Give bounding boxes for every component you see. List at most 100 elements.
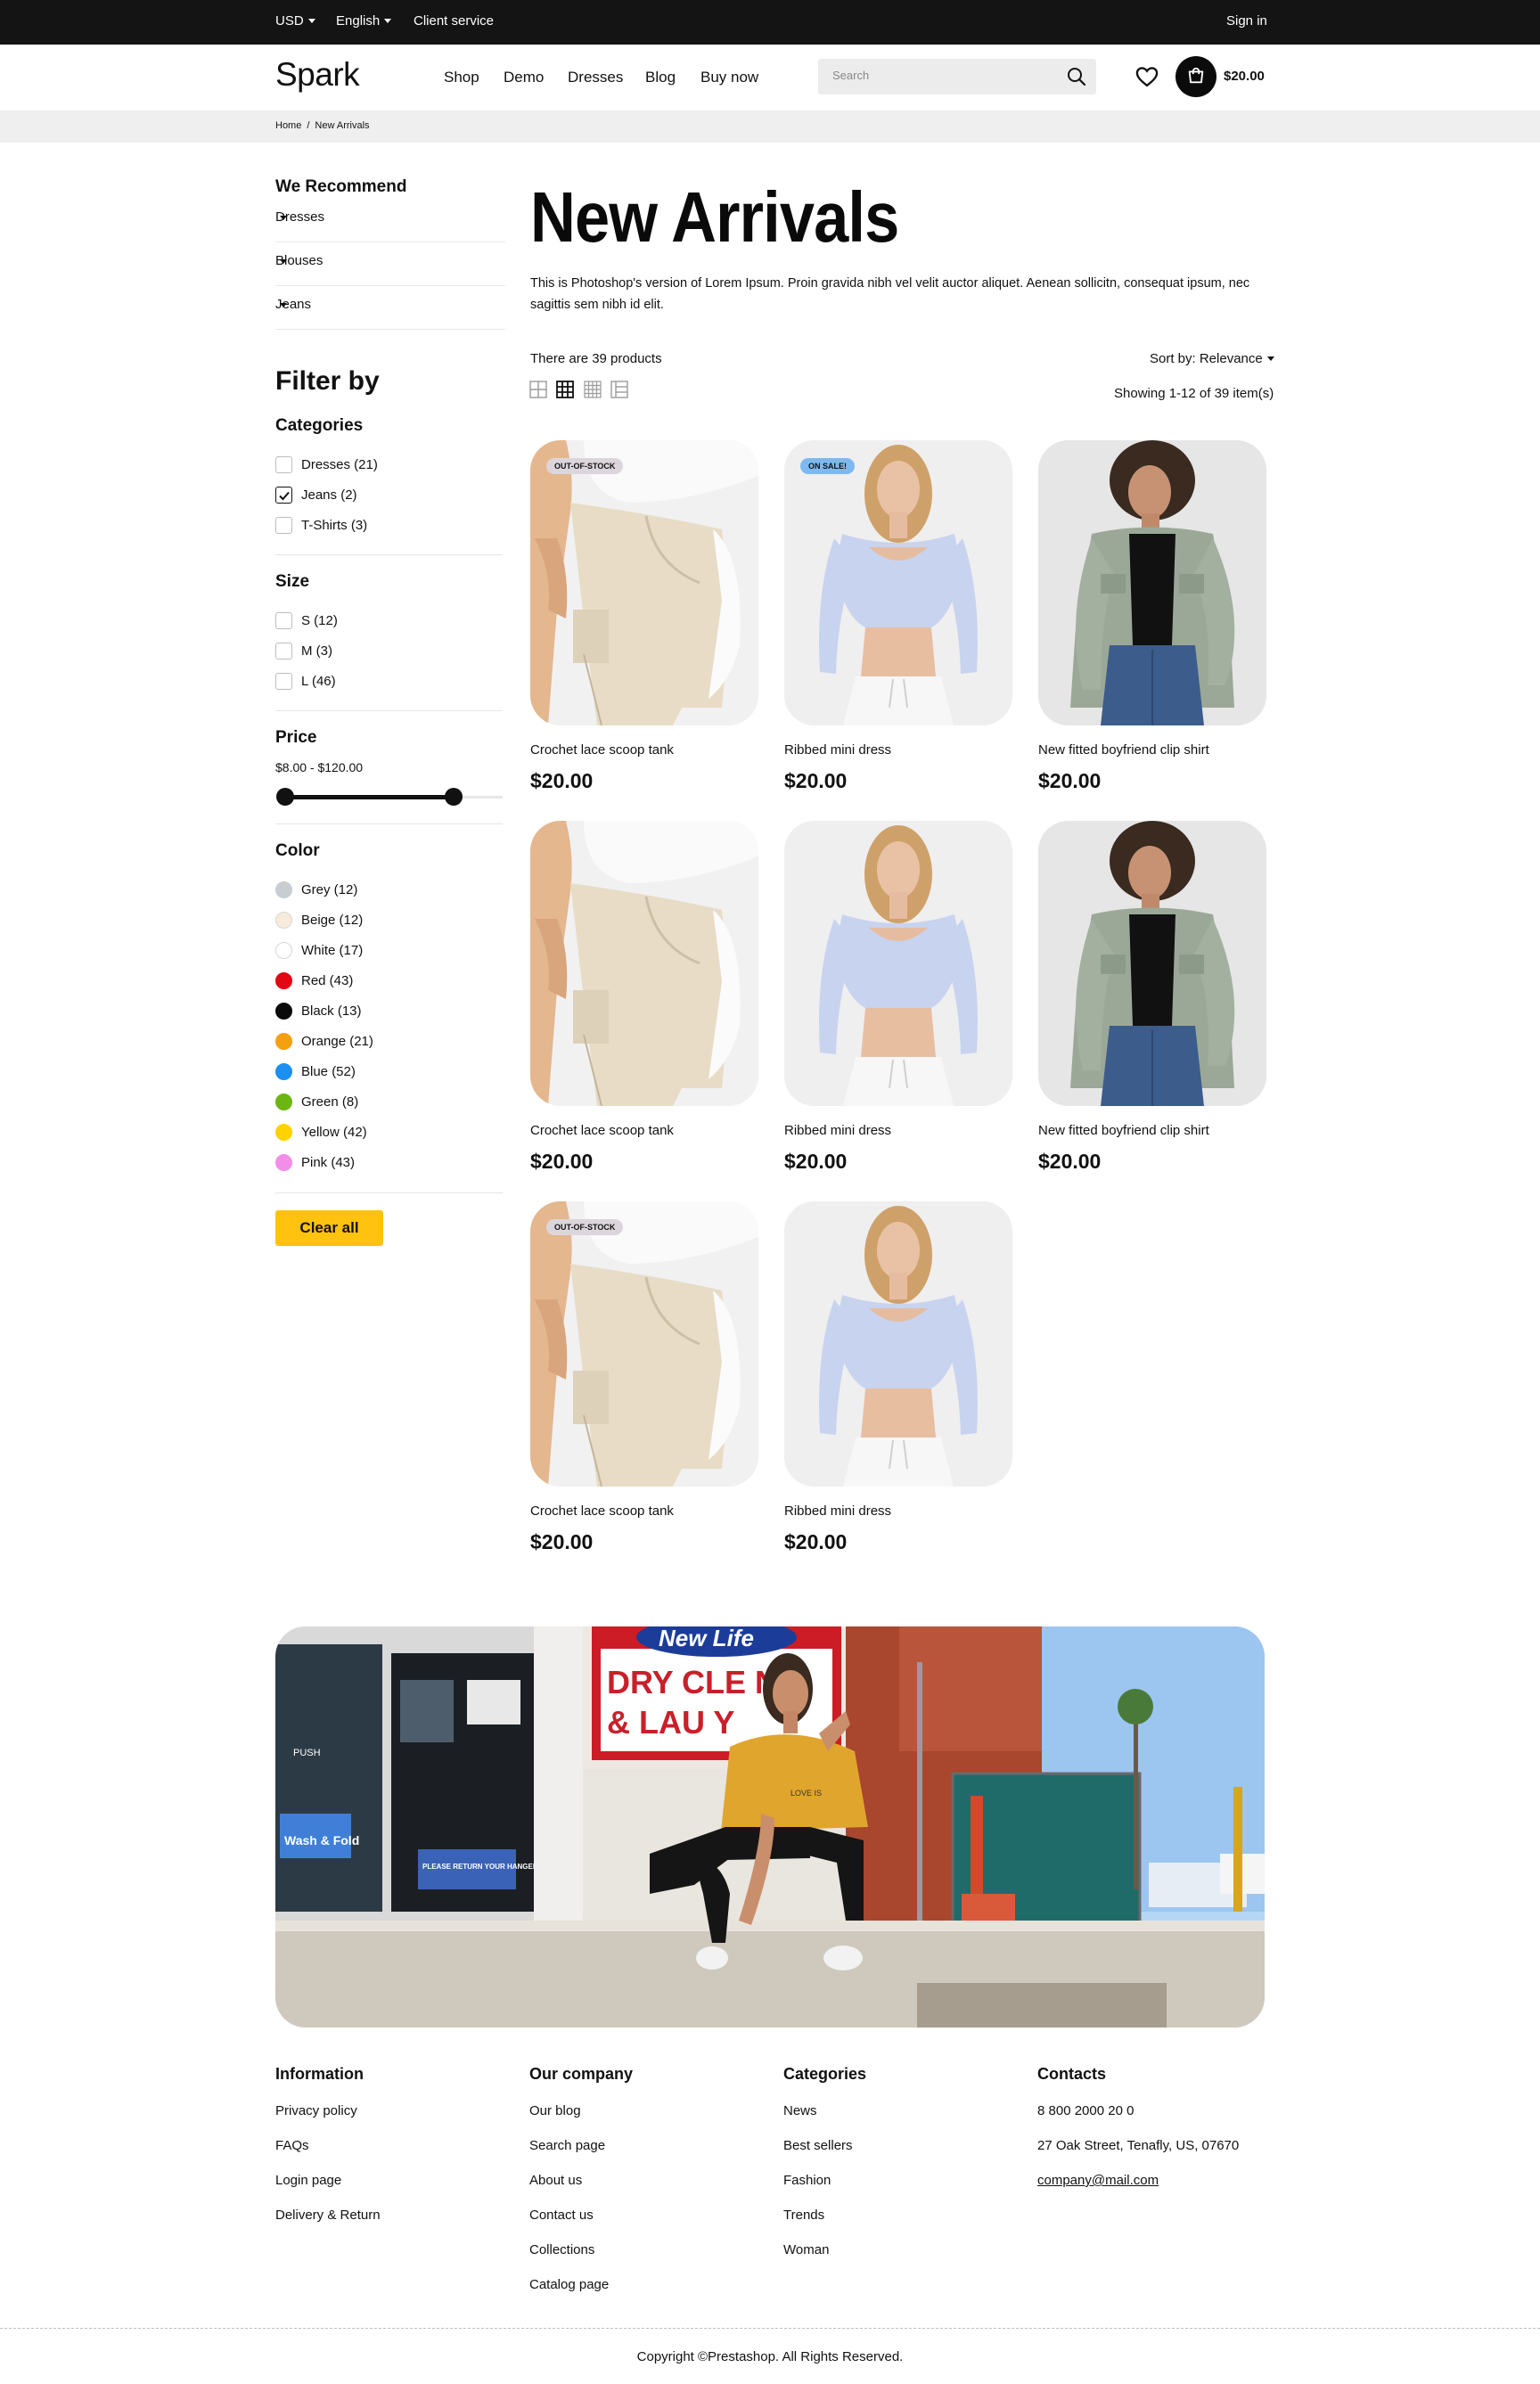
price-slider-max-handle[interactable] — [445, 788, 463, 806]
product-name[interactable]: Crochet lace scoop tank — [530, 1123, 674, 1138]
footer-link[interactable]: Fashion — [783, 2173, 831, 2188]
cart-button[interactable] — [1175, 56, 1216, 97]
footer-link[interactable]: News — [783, 2103, 817, 2118]
product-image[interactable] — [1038, 821, 1266, 1106]
banner-sign-top: New Life — [659, 1626, 754, 1651]
heart-icon[interactable] — [1135, 64, 1159, 89]
filter-label: Green (8) — [301, 1094, 359, 1110]
color-swatch[interactable] — [275, 1094, 292, 1110]
chevron-down-icon[interactable] — [280, 259, 287, 264]
grid-3-icon[interactable] — [556, 381, 574, 398]
search-input[interactable]: Search — [818, 59, 1096, 94]
product-image[interactable]: ON SALE! — [784, 440, 1012, 725]
filter-color-item[interactable]: Orange (21) — [275, 1033, 373, 1050]
recommend-item-blouses[interactable]: Blouses — [275, 242, 505, 286]
filter-color-item[interactable]: Black (13) — [275, 1003, 362, 1020]
checkbox[interactable] — [275, 612, 292, 629]
product-name[interactable]: Crochet lace scoop tank — [530, 1503, 674, 1519]
site-logo[interactable]: Spark — [275, 56, 360, 94]
product-image[interactable] — [784, 821, 1012, 1106]
chevron-down-icon[interactable] — [280, 303, 287, 307]
filter-category-tshirts[interactable]: T-Shirts (3) — [275, 517, 367, 534]
checkbox-checked[interactable] — [275, 487, 292, 504]
color-swatch[interactable] — [275, 972, 292, 989]
list-icon[interactable] — [610, 381, 628, 398]
sign-in-link[interactable]: Sign in — [1226, 13, 1267, 29]
filter-color-item[interactable]: Red (43) — [275, 972, 353, 989]
chevron-down-icon[interactable] — [280, 216, 287, 220]
color-swatch[interactable] — [275, 1063, 292, 1080]
breadcrumb-home[interactable]: Home — [275, 120, 301, 131]
footer-link[interactable]: Login page — [275, 2173, 341, 2188]
filter-color-item[interactable]: Pink (43) — [275, 1154, 355, 1171]
sort-dropdown[interactable]: Sort by: Relevance — [1150, 351, 1274, 366]
filter-color-item[interactable]: Green (8) — [275, 1094, 358, 1110]
footer-link[interactable]: company@mail.com — [1037, 2173, 1159, 2188]
client-service-link[interactable]: Client service — [414, 13, 494, 29]
checkbox[interactable] — [275, 643, 292, 659]
price-range-label: $8.00 - $120.00 — [275, 760, 364, 774]
clear-all-button[interactable]: Clear all — [275, 1210, 383, 1246]
filter-label: Dresses (21) — [301, 457, 378, 472]
footer-link[interactable]: Collections — [529, 2242, 594, 2257]
footer-link[interactable]: Best sellers — [783, 2138, 853, 2153]
product-name[interactable]: Ribbed mini dress — [784, 1123, 891, 1138]
product-name[interactable]: Crochet lace scoop tank — [530, 742, 674, 758]
product-image[interactable]: OUT-OF-STOCK — [530, 440, 758, 725]
nav-buy-now[interactable]: Buy now — [700, 69, 758, 86]
footer-link[interactable]: Delivery & Return — [275, 2208, 381, 2223]
footer-link[interactable]: Our blog — [529, 2103, 581, 2118]
color-swatch[interactable] — [275, 942, 292, 959]
recommend-item-dresses[interactable]: Dresses — [275, 199, 505, 242]
product-image[interactable] — [1038, 440, 1266, 725]
product-name[interactable]: New fitted boyfriend clip shirt — [1038, 742, 1209, 758]
color-swatch[interactable] — [275, 1003, 292, 1020]
footer-link[interactable]: Woman — [783, 2242, 829, 2257]
footer-link[interactable]: Contact us — [529, 2208, 594, 2223]
banner-notice-text: PLEASE RETURN YOUR HANGERS — [422, 1863, 544, 1871]
filter-size-s[interactable]: S (12) — [275, 612, 338, 629]
nav-shop[interactable]: Shop — [444, 69, 479, 86]
checkbox[interactable] — [275, 673, 292, 690]
nav-dresses[interactable]: Dresses — [568, 69, 623, 86]
filter-size-m[interactable]: M (3) — [275, 643, 332, 659]
product-image[interactable]: OUT-OF-STOCK — [530, 1201, 758, 1487]
filter-size-l[interactable]: L (46) — [275, 673, 336, 690]
filter-color-item[interactable]: Beige (12) — [275, 912, 363, 929]
filter-color-item[interactable]: Grey (12) — [275, 881, 357, 898]
color-swatch[interactable] — [275, 912, 292, 929]
language-selector[interactable]: English — [336, 13, 392, 29]
color-swatch[interactable] — [275, 881, 292, 898]
footer-link[interactable]: Catalog page — [529, 2277, 609, 2292]
filter-category-jeans[interactable]: Jeans (2) — [275, 487, 357, 504]
footer-link[interactable]: Search page — [529, 2138, 605, 2153]
checkbox[interactable] — [275, 456, 292, 473]
color-swatch[interactable] — [275, 1154, 292, 1171]
color-swatch[interactable] — [275, 1033, 292, 1050]
product-name[interactable]: Ribbed mini dress — [784, 742, 891, 758]
product-name[interactable]: New fitted boyfriend clip shirt — [1038, 1123, 1209, 1138]
recommend-item-jeans[interactable]: Jeans — [275, 286, 505, 330]
checkbox[interactable] — [275, 517, 292, 534]
cart-total[interactable]: $20.00 — [1224, 69, 1265, 84]
grid-2-icon[interactable] — [529, 381, 547, 398]
search-icon[interactable] — [1066, 66, 1087, 87]
filter-color-item[interactable]: Blue (52) — [275, 1063, 356, 1080]
footer-link[interactable]: Trends — [783, 2208, 824, 2223]
filter-color-item[interactable]: Yellow (42) — [275, 1124, 367, 1141]
product-image[interactable] — [530, 821, 758, 1106]
product-image[interactable] — [784, 1201, 1012, 1487]
price-slider-min-handle[interactable] — [276, 788, 294, 806]
filter-color-item[interactable]: White (17) — [275, 942, 363, 959]
promo-banner[interactable]: Wash & Fold PLEASE RETURN YOUR HANGERS P… — [275, 1626, 1265, 2028]
footer-link[interactable]: FAQs — [275, 2138, 309, 2153]
grid-4-icon[interactable] — [584, 381, 602, 398]
currency-selector[interactable]: USD — [275, 13, 315, 29]
footer-link[interactable]: Privacy policy — [275, 2103, 357, 2118]
color-swatch[interactable] — [275, 1124, 292, 1141]
filter-category-dresses[interactable]: Dresses (21) — [275, 456, 378, 473]
product-name[interactable]: Ribbed mini dress — [784, 1503, 891, 1519]
footer-link[interactable]: About us — [529, 2173, 582, 2188]
nav-demo[interactable]: Demo — [504, 69, 544, 86]
nav-blog[interactable]: Blog — [645, 69, 676, 86]
